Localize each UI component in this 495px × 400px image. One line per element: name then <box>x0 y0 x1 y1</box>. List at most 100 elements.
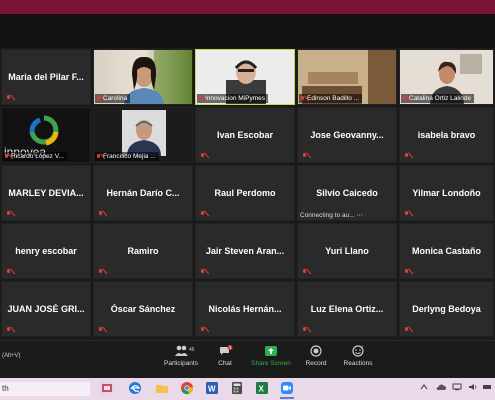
muted-mic-icon <box>200 269 205 275</box>
participant-name: Jose Geovanny... <box>310 130 384 140</box>
participant-name: Maria del Pilar F... <box>8 72 84 82</box>
participant-tile[interactable]: Derlyng Bedoya <box>399 281 494 337</box>
participant-name: JUAN JOSÉ GRI... <box>7 304 85 314</box>
participant-name: Óscar Sánchez <box>110 304 176 314</box>
chat-button[interactable]: 1 Chat <box>200 345 250 367</box>
participant-name: Francisco Mejia ... <box>103 153 156 160</box>
participant-tile[interactable]: Ramiro <box>93 223 193 279</box>
muted-mic-icon <box>300 95 305 102</box>
meeting-toolbar: (Alt+V) 46 Participants 1 Chat Share Scr… <box>0 340 495 379</box>
participant-tile[interactable]: henry escobar <box>1 223 91 279</box>
participant-grid: Maria del Pilar F... Carolina Innovacion M… <box>0 48 495 340</box>
muted-mic-icon <box>198 95 203 102</box>
participant-tile[interactable]: Yilmar Londoño <box>399 165 494 221</box>
participant-tile[interactable]: Carolina <box>93 49 193 105</box>
participant-tile[interactable]: Nicolás Hernán... <box>195 281 295 337</box>
participant-name-label: Ricardo Lopez V... <box>3 152 67 161</box>
reactions-button[interactable]: + Reactions <box>333 344 383 367</box>
participant-tile[interactable]: Hernán Darío C... <box>93 165 193 221</box>
participant-name-label: Catalina Ortiz Lalinde <box>401 94 475 103</box>
window-title-bar <box>0 0 495 14</box>
participants-label: Participants <box>164 360 198 367</box>
windows-start-icon[interactable] <box>100 381 114 395</box>
muted-mic-icon <box>96 95 101 102</box>
participant-name-label: Francisco Mejia ... <box>95 152 159 161</box>
muted-mic-icon <box>404 211 409 217</box>
muted-mic-icon <box>302 269 307 275</box>
participant-name: Silvio Caicedo <box>316 188 378 198</box>
participant-name: Carolina <box>103 95 128 102</box>
svg-text:W: W <box>208 385 216 394</box>
folder-icon[interactable] <box>155 381 169 395</box>
excel-icon[interactable]: X <box>255 381 269 395</box>
participants-button[interactable]: 46 Participants <box>156 345 206 367</box>
participant-name: Edinson Badillo ... <box>307 95 360 102</box>
participant-name-label: Carolina <box>95 94 131 103</box>
share-screen-icon <box>264 345 278 357</box>
participant-name: Yuri Llano <box>325 246 369 256</box>
participants-count: 46 <box>189 347 195 353</box>
chat-label: Chat <box>218 360 232 367</box>
chrome-icon[interactable] <box>180 381 194 395</box>
participant-name: Monica Castaño <box>411 246 481 256</box>
meeting-top-strip <box>0 14 495 48</box>
participant-tile[interactable]: Catalina Ortiz Lalinde <box>399 49 494 105</box>
participant-name: Catalina Ortiz Lalinde <box>409 95 472 102</box>
windows-taskbar: th W X <box>0 378 495 400</box>
record-icon <box>309 345 323 357</box>
word-icon[interactable]: W <box>205 381 219 395</box>
participant-tile[interactable]: Edinson Badillo ... <box>297 49 397 105</box>
muted-mic-icon <box>302 153 307 159</box>
connection-status: Connecting to au... ⋯ <box>300 211 363 219</box>
tray-chevron-icon[interactable] <box>420 383 428 393</box>
muted-mic-icon <box>302 327 307 333</box>
participant-tile[interactable]: Innovacion MiPymes <box>195 49 295 105</box>
loading-icon: ⋯ <box>356 212 363 219</box>
calculator-icon[interactable] <box>230 381 244 395</box>
network-icon[interactable] <box>452 383 462 393</box>
participant-tile[interactable]: Yuri Llano <box>297 223 397 279</box>
zoom-icon[interactable] <box>280 381 294 395</box>
participant-name: henry escobar <box>15 246 77 256</box>
participant-tile[interactable]: innoveaRicardo Lopez V... <box>1 107 91 163</box>
cloud-icon[interactable] <box>436 383 446 393</box>
muted-mic-icon <box>6 269 11 275</box>
participant-tile[interactable]: Ivan Escobar <box>195 107 295 163</box>
participant-tile[interactable]: Jair Steven Aran... <box>195 223 295 279</box>
participant-name: Nicolás Hernán... <box>208 304 282 314</box>
share-screen-button[interactable]: Share Screen <box>246 345 296 367</box>
muted-mic-icon <box>6 211 11 217</box>
taskbar-search[interactable]: th <box>0 382 90 396</box>
clock-icon[interactable] <box>482 383 492 393</box>
edge-icon[interactable] <box>128 381 142 395</box>
participant-tile[interactable]: Raul Perdomo <box>195 165 295 221</box>
participant-name: Derlyng Bedoya <box>412 304 481 314</box>
participant-tile[interactable]: Silvio Caicedo Connecting to au... ⋯ <box>297 165 397 221</box>
participant-name: Jair Steven Aran... <box>205 246 285 256</box>
participant-tile[interactable]: Óscar Sánchez <box>93 281 193 337</box>
participant-tile[interactable]: Luz Elena Ortiz... <box>297 281 397 337</box>
participant-tile[interactable]: isabela bravo <box>399 107 494 163</box>
volume-icon[interactable] <box>468 383 478 393</box>
muted-mic-icon <box>200 153 205 159</box>
muted-mic-icon <box>98 269 103 275</box>
zoom-active-indicator <box>280 397 294 399</box>
participant-name: Ramiro <box>127 246 159 256</box>
participants-icon: 46 <box>174 345 195 357</box>
participant-tile[interactable]: Monica Castaño <box>399 223 494 279</box>
participant-tile[interactable]: Francisco Mejia ... <box>93 107 193 163</box>
participant-tile[interactable]: MARLEY DEVIA... <box>1 165 91 221</box>
participant-name: Innovacion MiPymes <box>205 95 265 102</box>
participant-name: Hernán Darío C... <box>106 188 180 198</box>
muted-mic-icon <box>98 211 103 217</box>
participant-name: Ricardo Lopez V... <box>11 153 64 160</box>
participant-tile[interactable]: Jose Geovanny... <box>297 107 397 163</box>
muted-mic-icon <box>404 269 409 275</box>
svg-text:+: + <box>361 345 364 349</box>
participant-tile[interactable]: JUAN JOSÉ GRI... <box>1 281 91 337</box>
shortcut-hint: (Alt+V) <box>2 353 21 359</box>
participant-name-label: Innovacion MiPymes <box>197 94 268 103</box>
muted-mic-icon <box>4 153 9 160</box>
participant-tile[interactable]: Maria del Pilar F... <box>1 49 91 105</box>
record-label: Record <box>305 360 327 367</box>
